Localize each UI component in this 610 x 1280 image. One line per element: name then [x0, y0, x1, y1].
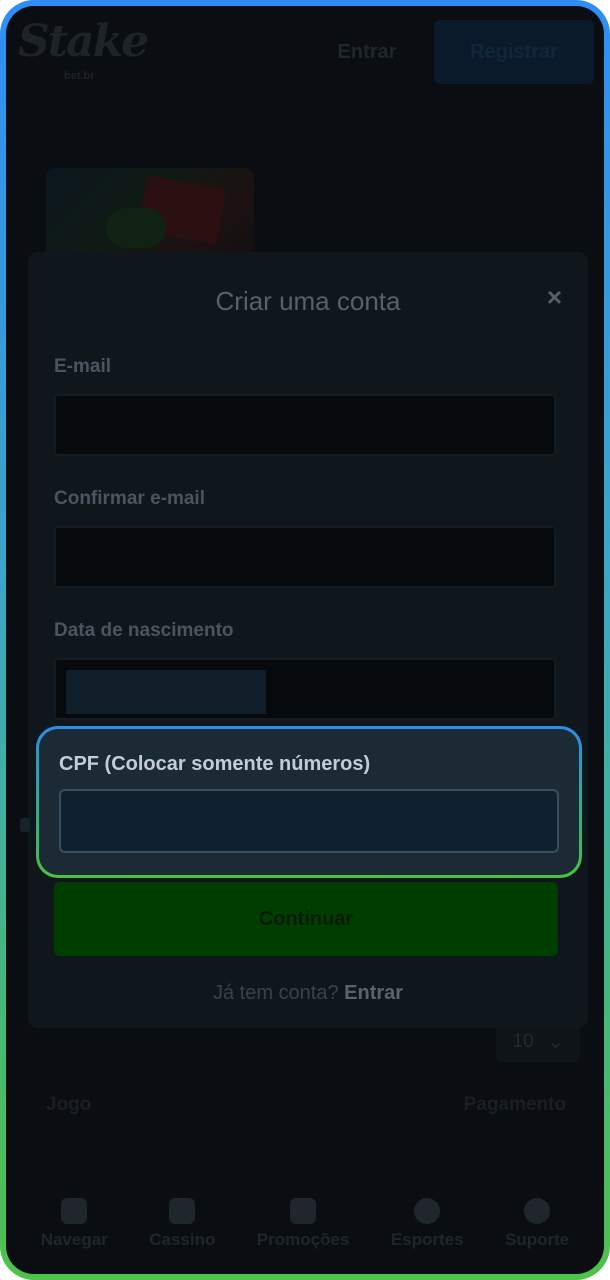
- email-label: E-mail: [54, 356, 112, 377]
- bottom-nav: Navegar Cassino Promoções Esportes Supor…: [6, 1174, 604, 1274]
- logo-subtext: bet.br: [64, 70, 95, 82]
- nav-item-sports[interactable]: Esportes: [391, 1198, 464, 1250]
- cpf-card-body: CPF (Colocar somente números): [39, 729, 579, 875]
- page-fragment: [20, 818, 30, 832]
- gift-icon: [290, 1198, 317, 1224]
- cpf-highlight-card: CPF (Colocar somente números): [36, 726, 582, 878]
- thumbnail-art: [106, 208, 166, 248]
- top-bar: Stake bet.br Entrar Registrar: [6, 6, 604, 98]
- nav-item-label: Esportes: [390, 1230, 464, 1249]
- nav-item-label: Cassino: [149, 1230, 216, 1249]
- logo: Stake bet.br: [18, 16, 149, 83]
- nav-item-label: Navegar: [40, 1230, 108, 1249]
- birthdate-field[interactable]: [54, 658, 556, 720]
- header-register-button[interactable]: Registrar: [434, 20, 594, 84]
- nav-item-casino[interactable]: Cassino: [149, 1198, 215, 1250]
- chevron-down-icon: ⌄: [547, 1031, 564, 1053]
- cards-icon: [169, 1198, 196, 1224]
- screen: Stake bet.br Entrar Registrar 10 ⌄ Jogo …: [6, 6, 604, 1274]
- login-link[interactable]: Entrar: [344, 982, 403, 1004]
- header-login-button[interactable]: Entrar: [306, 20, 428, 84]
- logo-wordmark: Stake: [18, 16, 149, 67]
- modal-title: Criar uma conta: [215, 286, 401, 316]
- confirm-email-field[interactable]: [54, 526, 556, 588]
- birthdate-label: Data de nascimento: [54, 620, 234, 641]
- cpf-label: CPF (Colocar somente números): [59, 753, 371, 775]
- device-frame: Stake bet.br Entrar Registrar 10 ⌄ Jogo …: [0, 0, 610, 1280]
- have-account-text: Já tem conta?: [212, 982, 339, 1004]
- cpf-field[interactable]: [59, 789, 559, 853]
- table-header-game: Jogo: [46, 1094, 92, 1115]
- per-page-value: 10: [512, 1031, 534, 1052]
- browse-icon: [61, 1198, 88, 1224]
- per-page-select[interactable]: 10 ⌄: [496, 1022, 580, 1062]
- signup-modal: Criar uma conta × E-mail Confirmar e-mai…: [28, 252, 588, 1028]
- table-header-payout: Pagamento: [463, 1094, 566, 1115]
- confirm-email-label: Confirmar e-mail: [54, 488, 205, 509]
- close-icon[interactable]: ×: [547, 282, 562, 313]
- nav-item-label: Suporte: [504, 1230, 570, 1249]
- continue-button[interactable]: Continuar: [54, 882, 558, 956]
- nav-item-browse[interactable]: Navegar: [41, 1198, 108, 1250]
- ball-icon: [414, 1198, 441, 1224]
- email-field[interactable]: [54, 394, 556, 456]
- chat-icon: [524, 1198, 551, 1224]
- nav-item-support[interactable]: Suporte: [505, 1198, 569, 1250]
- nav-item-promotions[interactable]: Promoções: [256, 1198, 350, 1250]
- birthdate-autofill: [66, 670, 266, 714]
- nav-item-label: Promoções: [256, 1230, 350, 1249]
- have-account-line: Já tem conta? Entrar: [28, 982, 588, 1005]
